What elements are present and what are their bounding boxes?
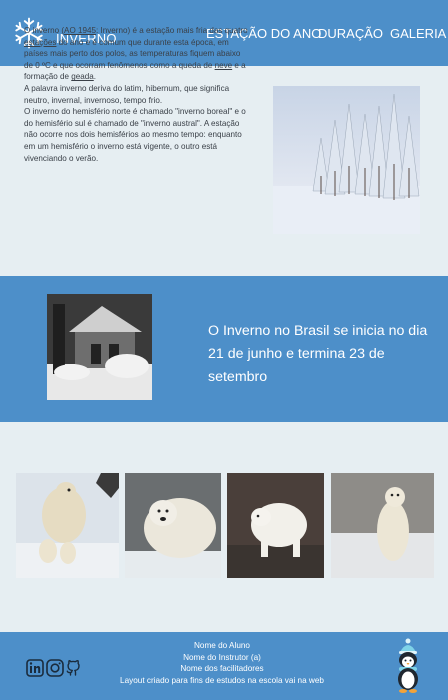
footer-line-layout: Layout criado para fins de estudos na es… xyxy=(120,675,324,685)
nav-link-galeria[interactable]: GALERIA xyxy=(390,26,446,41)
instagram-icon[interactable] xyxy=(46,659,64,677)
link-geada[interactable]: geada xyxy=(71,72,94,81)
polar-bear-image-3[interactable] xyxy=(227,473,324,578)
github-icon[interactable] xyxy=(64,659,82,677)
penguin-icon xyxy=(398,638,418,693)
polar-bear-image-4[interactable] xyxy=(331,473,434,578)
link-ao-1945[interactable]: AO 1945 xyxy=(64,26,96,35)
footer-credits: Nome do Aluno Nome do Instrutor (a) Nome… xyxy=(100,640,344,686)
footer-line-instructor: Nome do Instrutor (a) xyxy=(183,652,261,662)
intro-text: O inverno (AO 1945: Inverno) é a estação… xyxy=(24,25,250,164)
footer-line-student: Nome do Aluno xyxy=(194,641,250,650)
nav-link-duracao[interactable]: DURAÇÃO xyxy=(318,26,383,41)
polar-bear-image-1[interactable] xyxy=(16,473,119,578)
text: do ano e é comum que durante esta época,… xyxy=(24,37,241,70)
text: : Inverno) é a estação mais fria das qua… xyxy=(96,26,248,35)
footer-line-facilitators: Nome dos facilitadores xyxy=(180,664,264,674)
snowy-house-image xyxy=(47,294,152,400)
link-neve[interactable]: neve xyxy=(215,61,233,70)
snowy-forest-image xyxy=(273,86,420,234)
link-estacoes[interactable]: estações xyxy=(24,38,56,47)
intro-paragraph-2: A palavra inverno deriva do latim, hiber… xyxy=(24,83,230,105)
intro-paragraph-1: O inverno (AO 1945: Inverno) é a estação… xyxy=(24,25,250,83)
intro-paragraph-3: O inverno do hemisfério norte é chamado … xyxy=(24,107,246,163)
text: O inverno ( xyxy=(24,26,65,35)
linkedin-icon[interactable] xyxy=(26,659,44,677)
brazil-winter-text: O Inverno no Brasil se inicia no dia 21 … xyxy=(208,323,428,385)
text: . xyxy=(93,72,97,82)
polar-bear-image-2[interactable] xyxy=(125,473,221,578)
